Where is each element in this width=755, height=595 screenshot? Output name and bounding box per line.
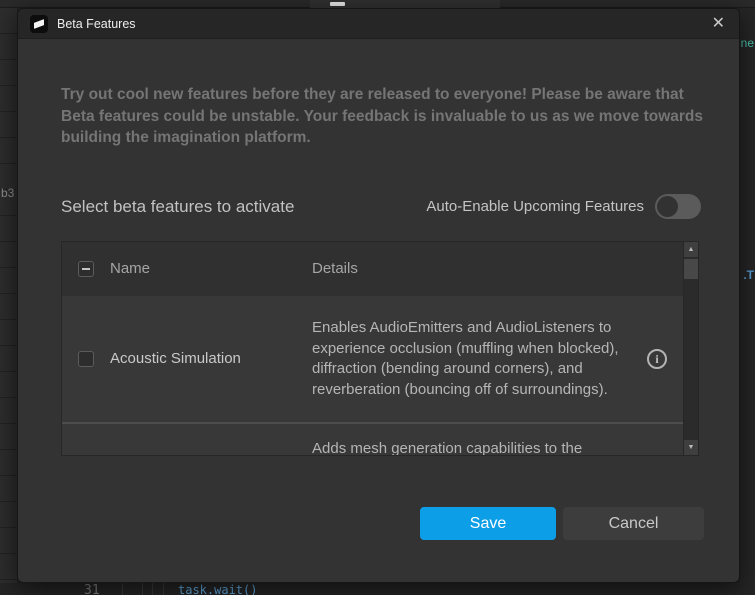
background-code-strip: 31 task.wait()	[0, 583, 755, 595]
scrollbar-track[interactable]	[684, 279, 698, 440]
auto-enable-label: Auto-Enable Upcoming Features	[426, 198, 644, 215]
select-features-row: Select beta features to activate Auto-En…	[61, 194, 701, 219]
studio-logo-glyph	[34, 19, 44, 29]
toggle-knob	[657, 196, 678, 217]
feature-details: Enables AudioEmitters and AudioListeners…	[312, 319, 619, 398]
feature-checkbox[interactable]	[78, 351, 94, 367]
gutter-divider	[122, 583, 123, 595]
table-header-row: Name Details	[62, 242, 683, 296]
code-snippet: task.wait()	[178, 583, 258, 595]
background-code-fragment-mid: .T	[743, 268, 754, 282]
table-scrollbar[interactable]: ▲ ▼	[683, 242, 698, 455]
indeterminate-dash-icon	[82, 268, 90, 270]
close-icon[interactable]: ✕	[712, 15, 725, 32]
fold-guide-line	[142, 583, 143, 595]
scrollbar-thumb[interactable]	[684, 259, 698, 279]
row-name-cell: Acoustic Simulation	[110, 350, 312, 368]
minimize-icon	[330, 2, 345, 6]
auto-enable-toggle[interactable]	[655, 194, 701, 219]
row-info-cell	[631, 424, 683, 455]
table-row-partial[interactable]: Adds mesh generation capabilities to the…	[62, 422, 683, 455]
row-details-cell: Adds mesh generation capabilities to the…	[312, 424, 631, 455]
row-details-cell: Enables AudioEmitters and AudioListeners…	[312, 318, 631, 400]
header-checkbox-cell	[62, 261, 110, 277]
select-features-heading: Select beta features to activate	[61, 196, 295, 216]
info-icon[interactable]: i	[647, 349, 667, 369]
code-line-number: 31	[84, 583, 100, 595]
fold-guide-line	[152, 583, 153, 595]
background-code-fragment-top: ne	[740, 36, 754, 50]
row-name-cell	[110, 424, 312, 455]
table-row-acoustic-simulation[interactable]: Acoustic Simulation Enables AudioEmitter…	[62, 296, 683, 422]
column-header-details: Details	[312, 260, 358, 277]
beta-features-dialog: Beta Features ✕ Try out cool new feature…	[17, 8, 740, 583]
beta-features-table: Name Details Acoustic Simulation Enables…	[61, 241, 699, 456]
background-titlebar-strip	[0, 0, 755, 8]
screen: b3 ne .T 31 task.wait() Beta Features ✕ …	[0, 0, 755, 595]
scroll-down-button[interactable]: ▼	[684, 440, 698, 455]
header-name-cell: Name	[110, 260, 312, 278]
save-button[interactable]: Save	[420, 507, 556, 540]
background-explorer-partial-label: b3	[1, 186, 15, 200]
row-checkbox-cell	[62, 351, 110, 367]
table-content: Name Details Acoustic Simulation Enables…	[62, 242, 683, 455]
feature-name: Acoustic Simulation	[110, 350, 241, 367]
row-checkbox-cell	[62, 424, 110, 455]
header-details-cell: Details	[312, 260, 631, 278]
background-editor-strip	[740, 8, 755, 583]
select-all-checkbox[interactable]	[78, 261, 94, 277]
background-explorer-strip	[0, 8, 17, 583]
cancel-button[interactable]: Cancel	[563, 507, 704, 540]
beta-intro-text: Try out cool new features before they ar…	[61, 86, 704, 146]
column-header-name: Name	[110, 260, 151, 277]
scroll-up-button[interactable]: ▲	[684, 242, 698, 257]
dialog-titlebar[interactable]: Beta Features ✕	[18, 9, 739, 39]
row-info-cell: i	[631, 349, 683, 369]
feature-details-partial: Adds mesh generation capabilities to the…	[312, 440, 583, 455]
fold-guide-line	[163, 583, 164, 595]
studio-logo-icon	[30, 14, 48, 33]
dialog-title: Beta Features	[57, 16, 136, 31]
